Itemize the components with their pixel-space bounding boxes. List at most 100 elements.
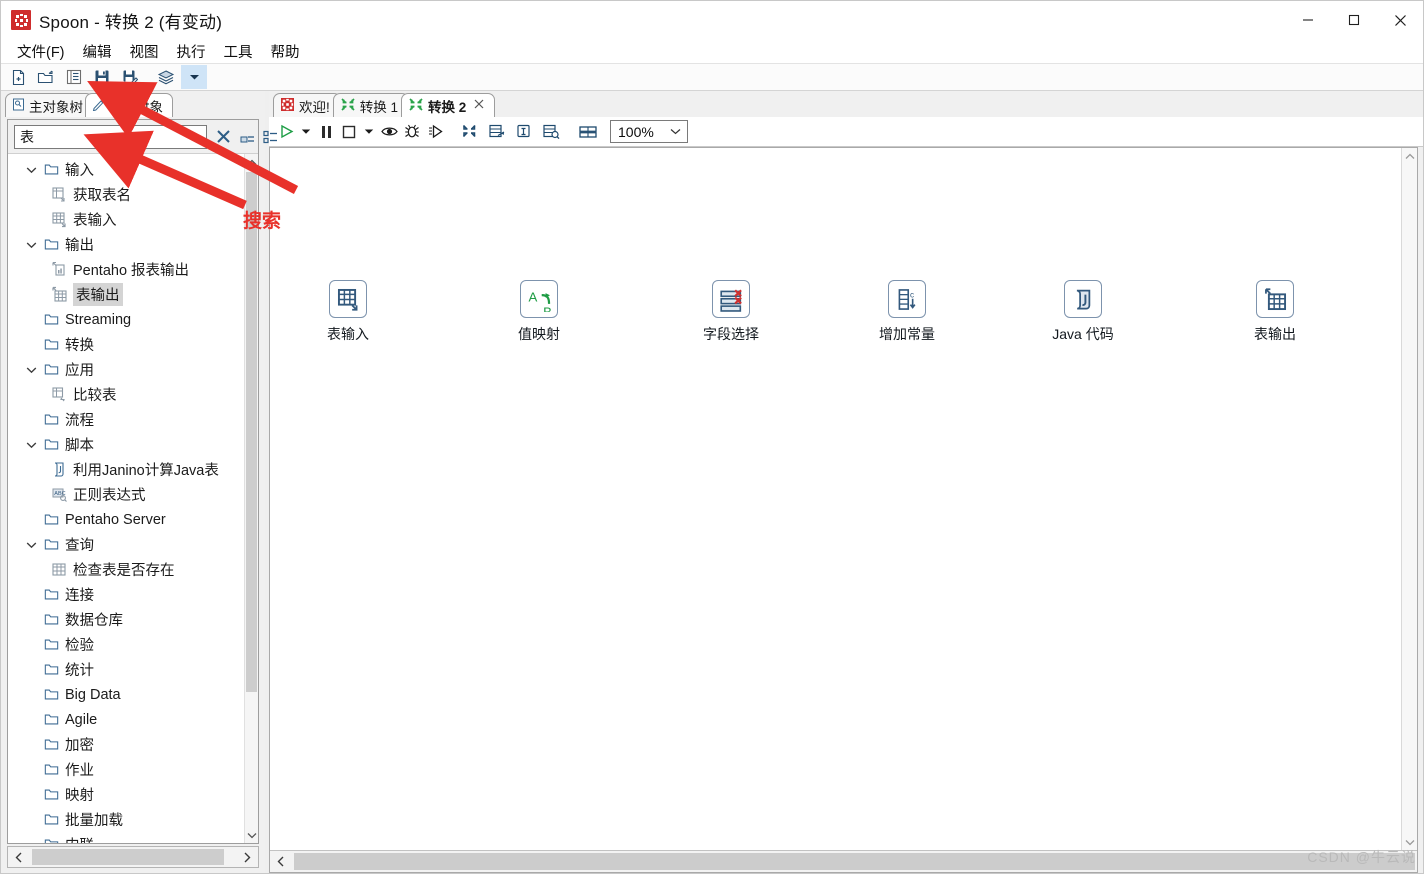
table-output-icon[interactable] [1256,280,1294,318]
tree-folder-row[interactable]: 批量加载 [8,807,258,832]
layers-dropdown-button[interactable] [181,65,207,89]
new-file-button[interactable] [5,65,31,89]
tree-step-row[interactable]: Pentaho 报表输出 [8,257,258,282]
layers-button[interactable] [153,65,179,89]
scroll-down-arrow-icon[interactable] [1402,834,1417,850]
tree-hscrollbar-thumb[interactable] [32,849,224,865]
tree-step-row[interactable]: ABC 正则表达式 [8,482,258,507]
tree-folder-row[interactable]: 作业 [8,757,258,782]
tree-step-row[interactable]: 比较表 [8,382,258,407]
tree-step-row[interactable]: 检查表是否存在 [8,557,258,582]
minimize-button[interactable] [1285,1,1331,39]
maximize-button[interactable] [1331,1,1377,39]
menu-edit[interactable]: 编辑 [75,39,120,64]
tree-folder-row[interactable]: 输出 [8,232,258,257]
sql-button[interactable] [511,120,537,144]
tab-transformation-2[interactable]: 转换 2 [401,93,496,117]
tree-step-row[interactable]: 利用Janino计算Java表 [8,457,258,482]
scroll-up-arrow-icon[interactable] [1402,148,1417,164]
clear-search-button[interactable] [215,126,232,148]
canvas-step[interactable]: 表输出 [1227,280,1323,344]
tree-folder-row[interactable]: 输入 [8,157,258,182]
tree-folder-row[interactable]: 统计 [8,657,258,682]
java-code-icon[interactable] [1064,280,1102,318]
scroll-left-arrow-icon[interactable] [8,847,30,867]
stop-button[interactable] [338,120,360,144]
menu-view[interactable]: 视图 [122,39,167,64]
scroll-right-arrow-icon[interactable] [236,847,258,867]
tab-main-object-tree[interactable]: 主对象树 [5,93,93,117]
canvas-step[interactable]: 表输入 [300,280,396,344]
menu-tools[interactable]: 工具 [216,39,261,64]
tree-step-row[interactable]: 表输出 [8,282,258,307]
table-input-icon[interactable] [329,280,367,318]
canvas-hscrollbar-thumb[interactable] [294,853,1415,870]
tab-welcome[interactable]: 欢迎! [273,93,341,117]
tree-folder-row[interactable]: 应用 [8,357,258,382]
tab-transformation-1[interactable]: 转换 1 [332,93,410,117]
chevron-down-icon[interactable] [670,127,681,137]
tab-core-objects[interactable]: 核心对象 [85,93,173,117]
grid-button[interactable] [575,120,601,144]
tree-step-row[interactable]: 获取表名 [8,182,258,207]
tree-folder-row[interactable]: 映射 [8,782,258,807]
menu-file[interactable]: 文件(F) [9,39,73,64]
tree-folder-row[interactable]: Big Data [8,682,258,707]
search-input[interactable] [14,124,207,149]
tree-folder-row[interactable]: 流程 [8,407,258,432]
verify-transformation-button[interactable] [457,120,483,144]
tree-step-row[interactable]: 表输入 [8,207,258,232]
canvas-step[interactable]: Java 代码 [1035,280,1131,344]
tree-folder-row[interactable]: Pentaho Server [8,507,258,532]
save-button[interactable] [89,65,115,89]
preview-button[interactable] [378,120,400,144]
chevron-down-icon[interactable] [22,441,40,449]
menu-help[interactable]: 帮助 [263,39,308,64]
tree-folder-row[interactable]: 转换 [8,332,258,357]
debug-button[interactable] [401,120,423,144]
scroll-down-arrow-icon[interactable] [245,827,258,843]
tree-folder-row[interactable]: 数据仓库 [8,607,258,632]
scroll-up-arrow-icon[interactable] [245,154,258,170]
tree-folder-row[interactable]: 加密 [8,732,258,757]
tree-folder-row[interactable]: 查询 [8,532,258,557]
tree-folder-row[interactable]: 内联 [8,832,258,843]
stop-options-dropdown[interactable] [361,120,377,144]
show-last-preview-button[interactable] [538,120,564,144]
canvas-horizontal-scrollbar[interactable] [270,850,1417,872]
replay-button[interactable] [424,120,446,144]
open-file-button[interactable] [33,65,59,89]
tree-folder-row[interactable]: Streaming [8,307,258,332]
transformation-canvas[interactable]: 表输入 A B 值映射 字段选择 c 增加常量 Java 代码 表输出 [270,148,1401,850]
tree-horizontal-scrollbar[interactable] [7,846,259,868]
canvas-step[interactable]: 字段选择 [683,280,779,344]
canvas-step[interactable]: c 增加常量 [859,280,955,344]
canvas-step[interactable]: A B 值映射 [491,280,587,344]
menu-run[interactable]: 执行 [169,39,214,64]
analyze-impact-button[interactable] [484,120,510,144]
close-tab-icon[interactable] [474,99,484,112]
zoom-level-combobox[interactable]: 100% [610,120,688,143]
pause-button[interactable] [315,120,337,144]
run-options-dropdown[interactable] [298,120,314,144]
save-as-button[interactable] [117,65,143,89]
chevron-down-icon[interactable] [22,541,40,549]
explore-repository-button[interactable] [61,65,87,89]
canvas-vertical-scrollbar[interactable] [1401,148,1417,850]
tree-folder-row[interactable]: 脚本 [8,432,258,457]
tree-folder-row[interactable]: 连接 [8,582,258,607]
tree-vertical-scrollbar[interactable] [244,154,258,843]
add-constants-icon[interactable]: c [888,280,926,318]
chevron-down-icon[interactable] [22,166,40,174]
close-button[interactable] [1377,1,1423,39]
chevron-down-icon[interactable] [22,241,40,249]
tree-folder-row[interactable]: 检验 [8,632,258,657]
value-mapper-icon[interactable]: AB [520,280,558,318]
tree-folder-row[interactable]: Agile [8,707,258,732]
run-button[interactable] [275,120,297,144]
tree-scrollbar-thumb[interactable] [246,172,257,692]
select-values-icon[interactable] [712,280,750,318]
expand-all-button[interactable] [263,126,278,148]
chevron-down-icon[interactable] [22,366,40,374]
collapse-all-button[interactable] [240,126,255,148]
